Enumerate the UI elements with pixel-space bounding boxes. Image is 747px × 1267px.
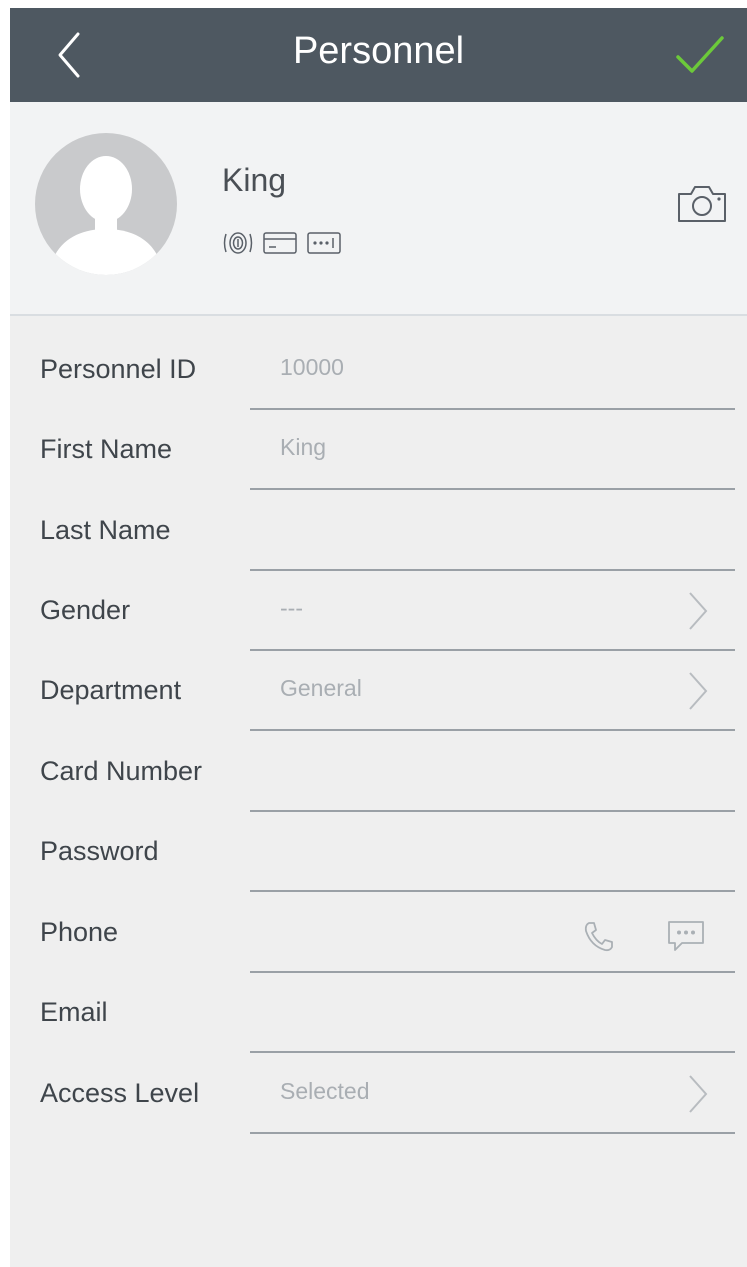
row-access-level[interactable]: Access Level Selected: [10, 1054, 747, 1134]
department-label: Department: [40, 675, 182, 705]
personnel-id-label: Personnel ID: [40, 354, 197, 384]
divider: [250, 1132, 735, 1134]
person-silhouette-icon: [49, 156, 163, 275]
message-icon[interactable]: [666, 919, 706, 955]
password-icon: [307, 232, 341, 254]
fingerprint-icon: [223, 232, 253, 254]
chevron-right-icon[interactable]: [686, 1072, 710, 1116]
row-personnel-id[interactable]: Personnel ID 10000: [10, 330, 747, 410]
divider: [250, 890, 735, 892]
phone-label: Phone: [40, 917, 119, 947]
row-password[interactable]: Password: [10, 812, 747, 892]
checkmark-icon: [676, 36, 724, 73]
gender-label: Gender: [40, 595, 131, 625]
chevron-right-icon[interactable]: [686, 589, 710, 633]
divider: [250, 488, 735, 490]
personnel-screen: Personnel King Personnel ID 10000 First …: [10, 8, 747, 1267]
password-label: Password: [40, 836, 159, 866]
email-label: Email: [40, 997, 108, 1027]
camera-icon: [678, 186, 726, 222]
department-value[interactable]: General: [280, 675, 362, 702]
row-card-number[interactable]: Card Number: [10, 732, 747, 812]
personnel-id-field[interactable]: 10000: [280, 354, 344, 381]
chevron-right-icon[interactable]: [686, 669, 710, 713]
camera-button[interactable]: [676, 184, 728, 224]
row-last-name[interactable]: Last Name: [10, 491, 747, 571]
page-title: Personnel: [292, 30, 465, 72]
profile-name: King: [222, 162, 287, 198]
phone-icon[interactable]: [580, 919, 616, 955]
profile-header: King: [10, 102, 747, 316]
access-level-value[interactable]: Selected: [280, 1078, 370, 1105]
card-icon: [263, 232, 297, 254]
verification-icons: [222, 230, 342, 256]
first-name-label: First Name: [40, 434, 173, 464]
row-first-name[interactable]: First Name King: [10, 410, 747, 490]
header-bar: Personnel: [10, 8, 747, 102]
access-level-label: Access Level: [40, 1078, 200, 1108]
gender-value[interactable]: ---: [280, 595, 303, 622]
row-department[interactable]: Department General: [10, 651, 747, 731]
divider: [250, 729, 735, 731]
card-number-label: Card Number: [40, 756, 203, 786]
confirm-button[interactable]: [672, 30, 728, 80]
avatar[interactable]: [35, 133, 177, 275]
row-phone[interactable]: Phone: [10, 893, 747, 973]
divider: [250, 1051, 735, 1053]
row-email[interactable]: Email: [10, 973, 747, 1053]
first-name-field[interactable]: King: [280, 434, 326, 461]
last-name-label: Last Name: [40, 515, 171, 545]
row-gender[interactable]: Gender ---: [10, 571, 747, 651]
